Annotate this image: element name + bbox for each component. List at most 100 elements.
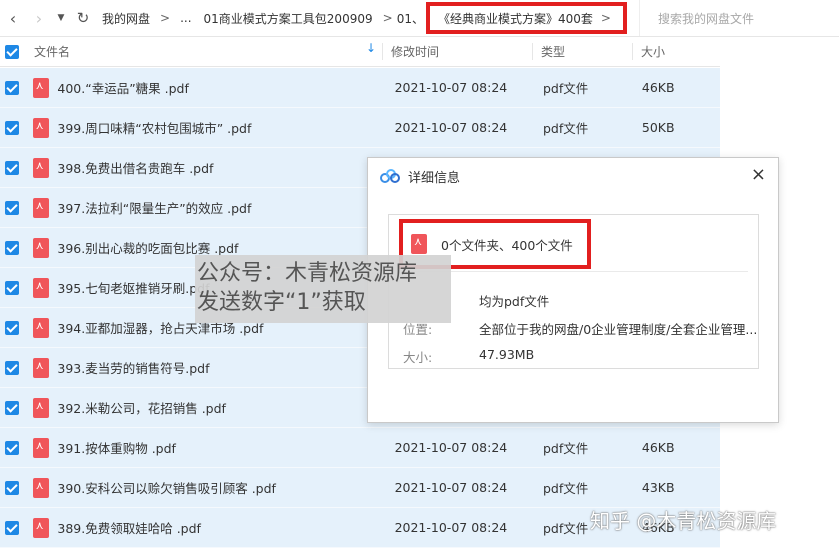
row-checkbox[interactable] (0, 440, 24, 455)
row-checkbox[interactable] (0, 480, 24, 495)
select-all-checkbox[interactable] (0, 44, 24, 59)
row-checkbox[interactable] (0, 360, 24, 375)
checkbox-checked-icon (5, 200, 19, 215)
breadcrumb-parent[interactable]: 01商业模式方案工具包200909 (198, 10, 379, 27)
file-time: 2021-10-07 08:24 (394, 80, 508, 95)
refresh-icon: ↻ (76, 9, 90, 27)
row-checkbox[interactable] (0, 200, 24, 215)
top-bar: ‹ › ▼ ↻ 我的网盘 > ... 01商业模式方案工具包200909 > 0… (0, 0, 839, 36)
file-name[interactable]: 390.安科公司以赊欠销售吸引顾客 .pdf (57, 478, 385, 497)
pdf-file-icon (32, 117, 49, 138)
file-name[interactable]: 399.周口味精“农村包围城市” .pdf (57, 118, 385, 137)
row-checkbox[interactable] (0, 80, 24, 95)
row-checkbox[interactable] (0, 160, 24, 175)
checkbox-checked-icon (5, 520, 19, 535)
checkbox-checked-icon (5, 120, 19, 135)
chevron-left-icon: ‹ (9, 8, 17, 28)
pdf-file-icon (32, 277, 49, 298)
row-checkbox[interactable] (0, 120, 24, 135)
row-checkbox[interactable] (0, 320, 24, 335)
file-name[interactable]: 392.米勒公司，花招销售 .pdf (57, 398, 385, 417)
file-type: pdf文件 (542, 121, 589, 136)
table-row[interactable]: 390.安科公司以赊欠销售吸引顾客 .pdf 2021-10-07 08:24 pd… (0, 468, 720, 508)
breadcrumb: 我的网盘 > ... 01商业模式方案工具包200909 > 01、 《经典商业… (96, 0, 627, 36)
pdf-file-icon (32, 77, 49, 98)
pdf-file-icon (32, 197, 49, 218)
file-name[interactable]: 389.免费领取娃哈哈 .pdf (57, 518, 385, 537)
file-size: 46KB (641, 80, 675, 95)
row-checkbox[interactable] (0, 520, 24, 535)
checkbox-checked-icon (5, 280, 19, 295)
size-row: 大小: 47.93MB (403, 347, 534, 366)
file-name[interactable]: 393.麦当劳的销售符号.pdf (57, 358, 385, 377)
file-manager-window: ‹ › ▼ ↻ 我的网盘 > ... 01商业模式方案工具包200909 > 0… (0, 0, 839, 554)
watermark-line-1: 公众号：木青松资源库 (197, 261, 418, 286)
file-name[interactable]: 400.“幸运品”糖果 .pdf (57, 78, 385, 97)
caret-down-icon: ▼ (57, 13, 65, 23)
checkbox-checked-icon (5, 400, 19, 415)
pdf-file-icon (32, 317, 49, 338)
column-header-size[interactable]: 大小 (632, 43, 720, 60)
file-name[interactable]: 391.按体重购物 .pdf (57, 438, 385, 457)
pdf-file-icon (32, 517, 49, 538)
file-time: 2021-10-07 08:24 (394, 440, 508, 455)
zhihu-watermark: 知乎 @木青松资源库 (590, 509, 777, 533)
size-value: 47.93MB (479, 347, 535, 362)
breadcrumb-separator: > (382, 11, 393, 25)
divider (403, 271, 748, 272)
row-checkbox[interactable] (0, 280, 24, 295)
forward-button[interactable]: › (26, 0, 52, 36)
file-type: pdf文件 (542, 441, 589, 456)
location-value[interactable]: 全部位于我的网盘/0企业管理制度/全套企业管理... (479, 319, 757, 338)
checkbox-checked-icon (5, 80, 19, 95)
file-name[interactable]: 397.法拉利“限量生产”的效应 .pdf (57, 198, 385, 217)
breadcrumb-current[interactable]: 《经典商业模式方案》400套 > (425, 2, 627, 34)
dialog-title: 详细信息 (408, 170, 461, 186)
refresh-button[interactable]: ↻ (70, 0, 96, 36)
sort-down-icon[interactable]: ↓ (366, 41, 376, 55)
pdf-file-icon (32, 477, 49, 498)
column-header-time[interactable]: 修改时间 (382, 43, 532, 60)
search-input[interactable]: 搜索我的网盘文件 (639, 0, 839, 36)
breadcrumb-current-label: 《经典商业模式方案》400套 (437, 11, 593, 26)
breadcrumb-prefix[interactable]: 01、 (397, 10, 424, 27)
checkbox-checked-icon (5, 240, 19, 255)
checkbox-checked-icon (5, 360, 19, 375)
location-row: 位置: 全部位于我的网盘/0企业管理制度/全套企业管理... (403, 319, 757, 338)
close-icon[interactable]: × (751, 164, 766, 185)
file-time: 2021-10-07 08:24 (394, 480, 508, 495)
back-button[interactable]: ‹ (0, 0, 26, 36)
breadcrumb-separator: > (600, 11, 611, 25)
pdf-file-icon (32, 357, 49, 378)
checkbox-checked-icon (5, 440, 19, 455)
file-size: 43KB (641, 480, 675, 495)
dialog-titlebar: 详细信息 (368, 158, 778, 194)
column-header-type[interactable]: 类型 (532, 43, 632, 60)
file-name[interactable]: 398.免费出借名贵跑车 .pdf (57, 158, 385, 177)
checkbox-checked-icon (5, 44, 19, 59)
breadcrumb-root[interactable]: 我的网盘 (96, 10, 156, 27)
table-row[interactable]: 400.“幸运品”糖果 .pdf 2021-10-07 08:24 pdf文件 46K… (0, 68, 720, 108)
file-type: pdf文件 (542, 81, 589, 96)
row-checkbox[interactable] (0, 400, 24, 415)
file-time: 2021-10-07 08:24 (394, 120, 508, 135)
type-value: 均为pdf文件 (479, 294, 550, 309)
column-header-name[interactable]: 文件名 ↓ (24, 41, 382, 60)
summary-text: 0个文件夹、400个文件 (441, 237, 573, 253)
table-row[interactable]: 391.按体重购物 .pdf 2021-10-07 08:24 pdf文件 46KB (0, 428, 720, 468)
file-size: 50KB (641, 120, 675, 135)
file-size: 46KB (641, 440, 675, 455)
pdf-file-icon (32, 397, 49, 418)
table-header: 文件名 ↓ 修改时间 类型 大小 (0, 37, 720, 67)
size-label: 大小: (403, 350, 433, 365)
row-checkbox[interactable] (0, 240, 24, 255)
checkbox-checked-icon (5, 320, 19, 335)
checkbox-checked-icon (5, 160, 19, 175)
history-dropdown[interactable]: ▼ (52, 0, 70, 36)
pdf-file-icon (32, 237, 49, 258)
table-row[interactable]: 399.周口味精“农村包围城市” .pdf 2021-10-07 08:24 pdf… (0, 108, 720, 148)
breadcrumb-ellipsis[interactable]: ... (174, 11, 197, 25)
checkbox-checked-icon (5, 480, 19, 495)
cloud-logo-icon (380, 169, 400, 183)
file-time: 2021-10-07 08:24 (394, 520, 508, 535)
